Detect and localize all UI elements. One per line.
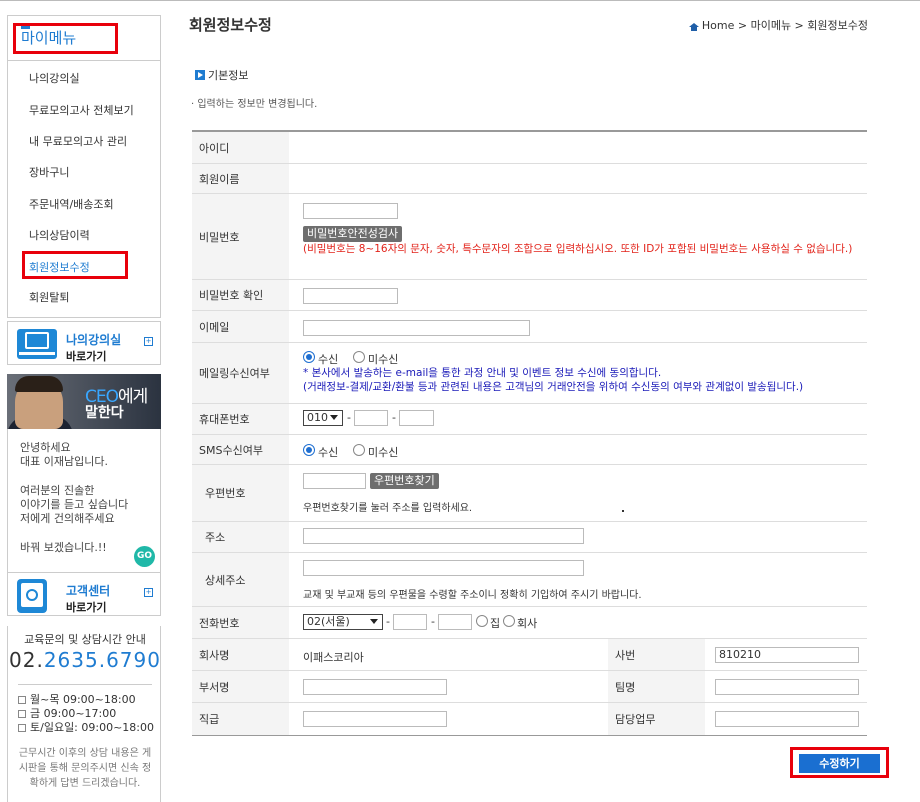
sidebar-item-cart[interactable]: 장바구니 [29,164,69,180]
team-input[interactable] [715,679,859,695]
row-rank: 직급 담당업무 [192,703,867,736]
email-input[interactable] [303,320,530,336]
classroom-shortcut-title: 나의강의실 [66,333,122,347]
breadcrumb: Home > 마이메뉴 > 회원정보수정 [688,17,868,33]
customer-center-subtitle: 바로가기 [66,601,107,614]
password-confirm-input[interactable] [303,288,398,304]
phone-area-select[interactable]: 02(서울) [303,614,383,630]
mobile-prefix-select[interactable]: 010 [303,410,343,426]
customer-center-title: 고객센터 [66,584,111,598]
phone-clock-icon [17,579,47,613]
page-title: 회원정보수정 [189,16,272,34]
sidebar-item-orders[interactable]: 주문내역/배송조회 [29,196,114,212]
row-address: 주소 [192,522,867,553]
ceo-message: 안녕하세요 대표 이재남입니다. 여러분의 진솔한 이야기를 듣고 싶습니다 저… [7,429,161,581]
zipcode-input[interactable] [303,473,366,489]
phone-last-input[interactable] [438,614,472,630]
main-content: 회원정보수정 Home > 마이메뉴 > 회원정보수정 기본정보 · 입력하는 … [189,0,920,802]
row-id: 아이디 [192,132,867,164]
section-desc: · 입력하는 정보만 변경됩니다. [191,99,318,110]
phone-number: 02.2635.6790 [9,648,161,672]
mailing-receive-radio[interactable] [303,351,315,363]
sidebar-item-withdraw[interactable]: 회원탈퇴 [29,289,69,305]
ceo-banner[interactable]: CEO에게 말한다 [7,374,161,429]
my-menu-title: 마이메뉴 [13,23,118,54]
bullet-icon [18,724,26,732]
sidebar-item-free-exams[interactable]: 무료모의고사 전체보기 [29,102,134,118]
row-mobile: 휴대폰번호 010 - - [192,404,867,435]
zipcode-search-button[interactable]: 우편번호찾기 [370,473,439,489]
phone-mid-input[interactable] [393,614,427,630]
row-department: 부서명 팀명 [192,671,867,703]
phone-home-radio[interactable] [476,615,488,627]
duty-input[interactable] [715,711,859,727]
phone-company-radio[interactable] [503,615,515,627]
sms-receive-radio[interactable] [303,444,315,456]
sidebar-item-consult-history[interactable]: 나의상담이력 [29,227,90,243]
password-rule: (비밀번호는 8~16자의 문자, 숫자, 특수문자의 조합으로 입력하십시오.… [303,243,853,255]
row-zipcode: 우편번호 우편번호찾기 우편번호찾기를 눌러 주소를 입력하세요. [192,465,867,522]
company-value: 이패스코리아 [303,651,364,664]
sidebar-item-edit-profile[interactable]: 회원정보수정 [22,251,128,279]
sms-no-receive-radio[interactable] [353,444,365,456]
row-name: 회원이름 [192,164,867,194]
classroom-shortcut[interactable]: 나의강의실 바로가기 + [7,321,161,365]
mailing-no-receive-radio[interactable] [353,351,365,363]
row-password: 비밀번호 비밀번호안전성검사 (비밀번호는 8~16자의 문자, 숫자, 특수문… [192,194,867,280]
row-company: 회사명 이패스코리아 사번 810210 [192,639,867,671]
row-sms: SMS수신여부 수신 미수신 [192,435,867,465]
section-title: 기본정보 [195,67,248,83]
consult-note: 근무시간 이후의 상담 내용은 게시판을 통해 문의주시면 신속 정확하게 답변… [18,748,152,789]
plus-icon: + [144,337,153,346]
password-input[interactable] [303,203,398,219]
address-note: 교재 및 부교재 등의 우편물을 수령할 주소이니 정확히 기입하여 주시기 바… [303,590,642,601]
play-icon [195,70,205,80]
employee-no-input[interactable]: 810210 [715,647,859,663]
plus-icon: + [144,588,153,597]
home-icon [688,23,699,31]
address-input[interactable] [303,528,584,544]
row-email: 이메일 [192,311,867,343]
submit-button[interactable]: 수정하기 [799,754,880,773]
password-check-button[interactable]: 비밀번호안전성검사 [303,226,403,242]
mailing-note-2: (거래정보-결제/교환/환불 등과 관련된 내용은 고객님의 거래안전을 위하여… [303,381,804,393]
mobile-last-input[interactable] [399,410,434,426]
monitor-icon [17,329,57,359]
department-input[interactable] [303,679,447,695]
classroom-shortcut-subtitle: 바로가기 [66,350,107,363]
sidebar-item-classroom[interactable]: 나의강의실 [29,70,80,86]
ceo-banner-line2: 말한다 [85,405,124,421]
customer-center-shortcut[interactable]: 고객센터 바로가기 + [7,572,161,616]
sidebar: 마이메뉴 나의강의실 무료모의고사 전체보기 내 무료모의고사 관리 장바구니 … [7,15,161,802]
row-mailing: 메일링수신여부 수신 미수신 * 본사에서 발송하는 e-mail을 통한 과정… [192,343,867,404]
consult-hours-box: 교육문의 및 상담시간 안내 02.2635.6790 월~목 09:00~18… [7,626,161,802]
bullet-icon [18,710,26,718]
row-password-confirm: 비밀번호 확인 [192,280,867,311]
submit-highlight: 수정하기 [790,747,889,778]
mobile-mid-input[interactable] [354,410,388,426]
row-address-detail: 상세주소 교재 및 부교재 등의 우편물을 수령할 주소이니 정확히 기입하여 … [192,553,867,607]
zipcode-note: 우편번호찾기를 눌러 주소를 입력하세요. [303,503,473,514]
bullet-icon [18,696,26,704]
mailing-note: * 본사에서 발송하는 e-mail을 통한 과정 안내 및 이벤트 정보 수신… [303,367,662,379]
my-menu-box: 마이메뉴 나의강의실 무료모의고사 전체보기 내 무료모의고사 관리 장바구니 … [7,15,161,318]
address-detail-input[interactable] [303,560,584,576]
go-button[interactable]: GO [134,546,155,567]
sidebar-item-my-exams[interactable]: 내 무료모의고사 관리 [29,133,127,149]
rank-input[interactable] [303,711,447,727]
row-phone: 전화번호 02(서울) - - 집 회사 [192,607,867,639]
